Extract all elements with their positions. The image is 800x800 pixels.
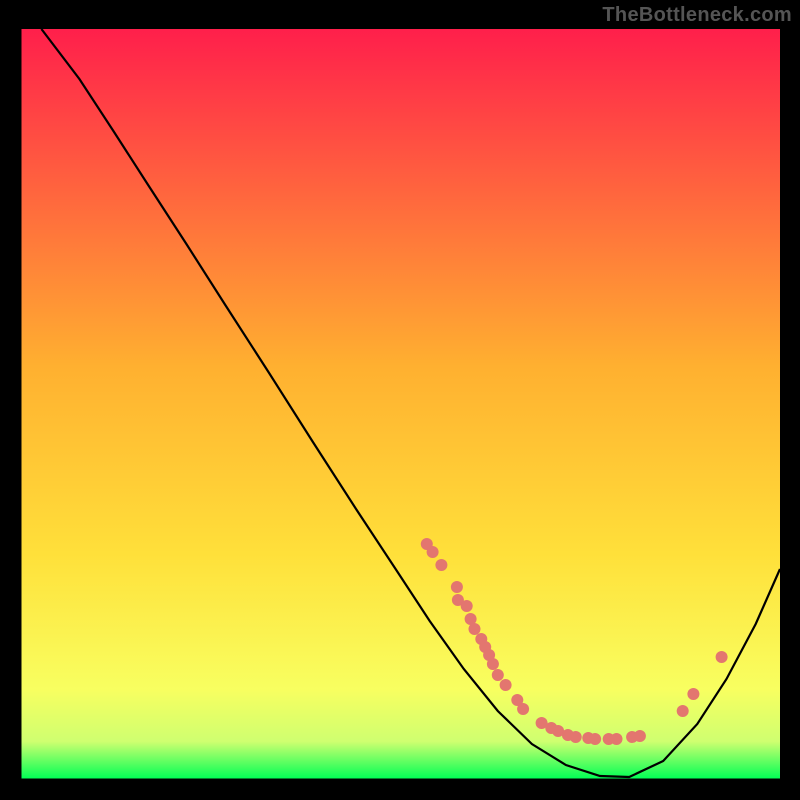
curve-marker	[492, 669, 504, 681]
curve-marker	[687, 688, 699, 700]
plot-background	[21, 29, 780, 779]
curve-marker	[427, 546, 439, 558]
watermark-label: TheBottleneck.com	[602, 4, 792, 27]
curve-marker	[611, 733, 623, 745]
curve-marker	[634, 730, 646, 742]
curve-marker	[461, 600, 473, 612]
curve-marker	[487, 658, 499, 670]
curve-marker	[435, 559, 447, 571]
curve-marker	[589, 733, 601, 745]
bottleneck-chart	[0, 0, 800, 800]
curve-marker	[469, 623, 481, 635]
curve-marker	[500, 679, 512, 691]
curve-marker	[716, 651, 728, 663]
curve-marker	[677, 705, 689, 717]
curve-marker	[570, 731, 582, 743]
curve-marker	[517, 703, 529, 715]
curve-marker	[451, 581, 463, 593]
chart-stage: TheBottleneck.com	[0, 0, 800, 800]
